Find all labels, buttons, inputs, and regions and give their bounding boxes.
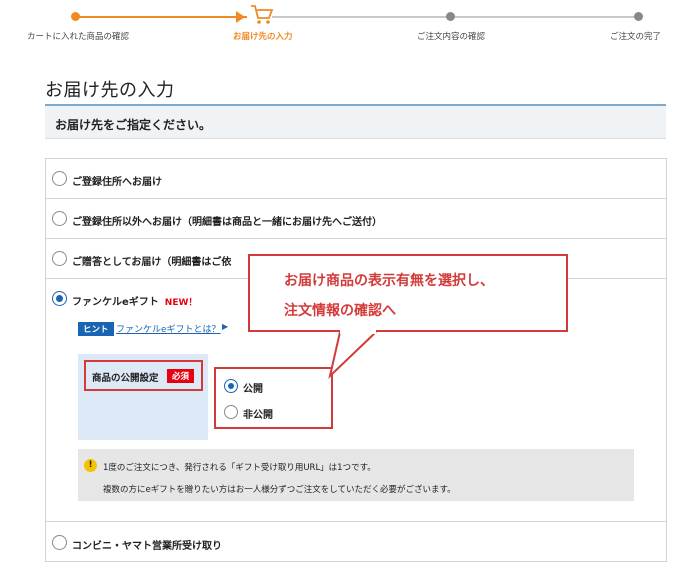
option-other-address[interactable]: ご登録住所以外へお届け（明細書は商品と一緒にお届け先へご送付）: [46, 199, 666, 239]
step-label-confirm: ご注文内容の確認: [417, 32, 486, 42]
hint-tag: ヒント: [78, 322, 114, 336]
radio-public[interactable]: [224, 379, 238, 393]
egift-label: ファンケルeギフト: [72, 297, 159, 308]
radio-store-pickup[interactable]: [52, 535, 67, 550]
new-badge: NEW！: [164, 298, 198, 308]
radio-private[interactable]: [224, 405, 238, 419]
egift-notice: ! 1度のご注文につき、発行される「ギフト受け取り用URL」は1つです。 複数の…: [78, 449, 634, 501]
subtitle-bar: お届け先をご指定ください。: [45, 106, 666, 139]
warning-icon: !: [84, 459, 97, 472]
step-dot-complete: [634, 12, 643, 21]
callout-pointer: [328, 330, 377, 380]
chevron-right-icon: ▶: [222, 322, 229, 331]
step-dot-confirm: [446, 12, 455, 21]
required-badge: 必須: [167, 369, 195, 383]
cart-icon: [251, 5, 274, 24]
visibility-setting-label: 商品の公開設定: [92, 373, 159, 384]
callout-line-1: お届け商品の表示有無を選択し、: [284, 273, 494, 289]
visibility-setting-label-box: 商品の公開設定 必須: [84, 360, 203, 391]
page-title: お届け先の入力: [45, 80, 175, 101]
progress-line-todo: [272, 16, 638, 18]
option-label: ご贈答としてお届け（明細書はご依: [72, 257, 232, 268]
step-label-cart: カートに入れた商品の確認: [27, 32, 130, 42]
radio-gift-delivery[interactable]: [52, 251, 67, 266]
option-label: ご登録住所以外へお届け（明細書は商品と一緒にお届け先へご送付）: [72, 217, 382, 228]
option-store-pickup[interactable]: コンビニ・ヤマト営業所受け取り: [46, 522, 666, 562]
option-label: ファンケルeギフト NEW！: [72, 293, 197, 308]
radio-egift[interactable]: [52, 291, 67, 306]
callout-line-2: 注文情報の確認へ: [284, 303, 396, 319]
notice-line-1: 1度のご注文につき、発行される「ギフト受け取り用URL」は1つです。: [103, 463, 376, 473]
step-label-address: お届け先の入力: [233, 32, 293, 42]
step-dot-cart: [71, 12, 80, 21]
radio-registered-address[interactable]: [52, 171, 67, 186]
choice-label: 非公開: [243, 410, 273, 421]
egift-info-link[interactable]: ファンケルeギフトとは？: [116, 322, 221, 335]
instruction-callout: お届け商品の表示有無を選択し、 注文情報の確認へ: [248, 254, 568, 332]
option-label: コンビニ・ヤマト営業所受け取り: [72, 541, 222, 552]
notice-line-2: 複数の方にeギフトを贈りたい方はお一人様分ずつご注文をしていただく必要がございま…: [103, 485, 456, 495]
option-registered-address[interactable]: ご登録住所へお届け: [46, 159, 666, 199]
progress-arrow-icon: [236, 11, 245, 23]
progress-line-done: [75, 16, 247, 18]
option-label: ご登録住所へお届け: [72, 177, 162, 188]
page-subtitle: お届け先をご指定ください。: [55, 118, 212, 132]
checkout-progress: カートに入れた商品の確認 お届け先の入力 ご注文内容の確認 ご注文の完了: [0, 0, 690, 50]
choice-label: 公開: [243, 384, 263, 395]
step-label-complete: ご注文の完了: [610, 32, 662, 42]
radio-other-address[interactable]: [52, 211, 67, 226]
